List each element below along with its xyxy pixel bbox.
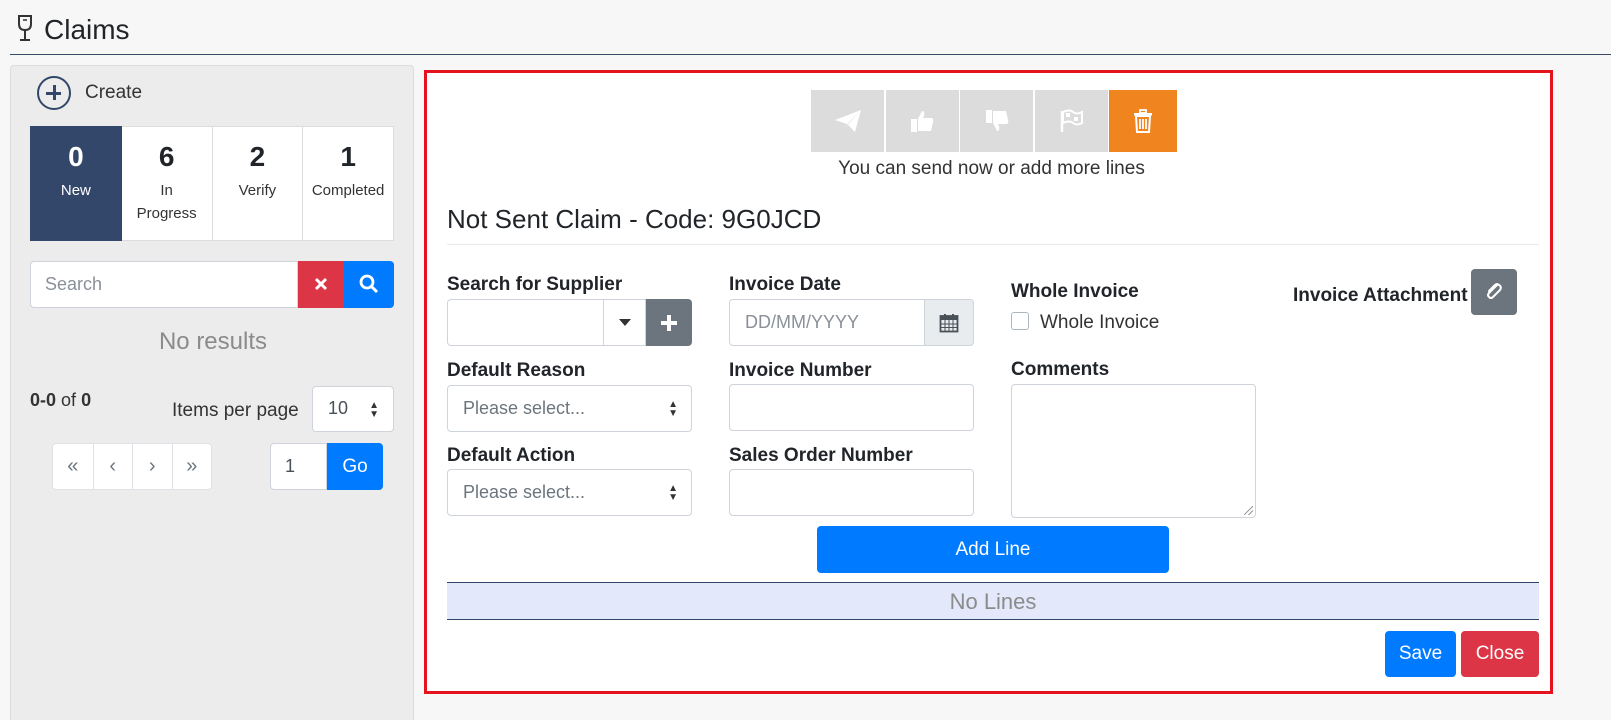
first-page-button[interactable]: « xyxy=(53,444,93,489)
resize-handle-icon[interactable] xyxy=(1244,506,1253,515)
create-label: Create xyxy=(85,82,143,103)
status-tab-completed[interactable]: 1 Completed xyxy=(303,126,394,241)
claim-toolbar xyxy=(811,90,1179,152)
whole-invoice-checkbox-label: Whole Invoice xyxy=(1040,312,1160,333)
status-tabs: 0 New 6 In Progress 2 Verify 1 Completed xyxy=(30,126,394,241)
no-lines-text: No Lines xyxy=(447,582,1539,620)
page-title: Claims xyxy=(44,14,130,45)
pager-buttons: « ‹ › » xyxy=(52,443,212,490)
default-action-label: Default Action xyxy=(447,445,576,466)
go-to-page-group: Go xyxy=(270,443,383,490)
supplier-search-group xyxy=(447,299,692,346)
invoice-date-group: DD/MM/YYYY xyxy=(729,299,974,346)
default-action-select[interactable]: Please select... ▲ ▼ xyxy=(447,469,692,516)
search-button[interactable] xyxy=(344,261,394,308)
send-button[interactable] xyxy=(811,90,884,152)
items-per-page-label: Items per page xyxy=(172,400,299,421)
default-action-value: Please select... xyxy=(463,482,586,502)
claim-panel: You can send now or add more lines Not S… xyxy=(424,70,1553,694)
invoice-date-input[interactable]: DD/MM/YYYY xyxy=(729,299,925,346)
pager-range: 0-0 xyxy=(30,390,57,410)
whole-invoice-label: Whole Invoice xyxy=(1011,281,1139,302)
clear-search-button[interactable] xyxy=(298,261,344,308)
no-results-text: No results xyxy=(158,328,268,355)
plus-circle-icon xyxy=(37,76,71,110)
default-reason-label: Default Reason xyxy=(447,360,586,381)
reject-button[interactable] xyxy=(960,90,1033,152)
comments-label: Comments xyxy=(1011,359,1110,380)
caret-down-icon xyxy=(618,318,631,326)
delete-button[interactable] xyxy=(1109,90,1177,152)
whole-invoice-checkbox[interactable] xyxy=(1011,312,1029,330)
status-tab-new[interactable]: 0 New xyxy=(30,126,122,241)
invoice-number-input[interactable] xyxy=(729,384,974,431)
claim-title: Not Sent Claim - Code: 9G0JCD xyxy=(447,204,822,234)
finish-flag-icon xyxy=(1060,109,1083,132)
default-reason-value: Please select... xyxy=(463,398,586,418)
supplier-label: Search for Supplier xyxy=(447,274,623,295)
items-per-page-select[interactable]: 10 ▲ ▼ xyxy=(312,386,394,432)
supplier-search-input[interactable] xyxy=(447,299,604,346)
items-per-page-value: 10 xyxy=(328,398,349,418)
comments-textarea[interactable] xyxy=(1011,384,1256,518)
sales-order-input[interactable] xyxy=(729,469,974,516)
search-input[interactable] xyxy=(30,261,298,308)
wine-glass-icon xyxy=(18,15,32,41)
calendar-button[interactable] xyxy=(925,299,974,346)
attach-invoice-button[interactable] xyxy=(1471,269,1517,315)
status-count: 2 xyxy=(249,141,266,172)
send-hint: You can send now or add more lines xyxy=(838,158,1145,179)
thumbs-up-icon xyxy=(911,111,934,132)
paperclip-icon xyxy=(1487,283,1502,299)
send-icon xyxy=(834,110,861,132)
last-page-button[interactable]: » xyxy=(171,444,212,489)
page-header: Claims xyxy=(10,0,1611,55)
plus-icon xyxy=(661,314,677,331)
search-icon xyxy=(359,274,379,294)
sidebar: Create 0 New 6 In Progress 2 Verify 1 Co… xyxy=(10,65,414,720)
status-label: Completed xyxy=(311,182,385,199)
next-page-button[interactable]: › xyxy=(132,444,172,489)
sort-arrows-icon: ▲ ▼ xyxy=(369,400,379,420)
go-button[interactable]: Go xyxy=(327,443,383,490)
invoice-attachment-label: Invoice Attachment xyxy=(1293,285,1468,306)
close-icon xyxy=(314,277,328,291)
status-label: In Progress xyxy=(136,182,197,222)
pager-count: 0-0 of 0 xyxy=(30,390,91,411)
search-group xyxy=(30,261,394,308)
status-label: New xyxy=(60,182,91,199)
sort-arrows-icon: ▲ ▼ xyxy=(668,483,678,503)
status-label: Verify xyxy=(238,182,277,199)
sales-order-label: Sales Order Number xyxy=(729,445,913,466)
approve-button[interactable] xyxy=(885,90,959,152)
save-button[interactable]: Save xyxy=(1385,631,1456,677)
complete-button[interactable] xyxy=(1034,90,1108,152)
close-button[interactable]: Close xyxy=(1461,631,1539,677)
divider xyxy=(447,244,1539,245)
status-count: 1 xyxy=(340,141,356,172)
status-count: 6 xyxy=(158,141,175,172)
add-supplier-button[interactable] xyxy=(646,299,692,346)
invoice-date-label: Invoice Date xyxy=(729,274,841,295)
sort-arrows-icon: ▲ ▼ xyxy=(668,399,678,419)
invoice-number-label: Invoice Number xyxy=(729,360,872,381)
page-number-input[interactable] xyxy=(270,443,327,490)
status-tab-in-progress[interactable]: 6 In Progress xyxy=(121,126,213,241)
thumbs-down-icon xyxy=(985,110,1008,131)
create-button[interactable]: Create xyxy=(37,75,142,111)
status-tab-verify[interactable]: 2 Verify xyxy=(212,126,304,241)
add-line-button[interactable]: Add Line xyxy=(817,526,1169,573)
pager-total: 0 xyxy=(81,390,92,410)
trash-icon xyxy=(1134,109,1152,133)
calendar-icon xyxy=(939,313,959,332)
pager-of: of xyxy=(61,390,77,410)
status-count: 0 xyxy=(68,141,84,172)
supplier-dropdown-button[interactable] xyxy=(604,299,646,346)
default-reason-select[interactable]: Please select... ▲ ▼ xyxy=(447,385,692,432)
prev-page-button[interactable]: ‹ xyxy=(92,444,133,489)
